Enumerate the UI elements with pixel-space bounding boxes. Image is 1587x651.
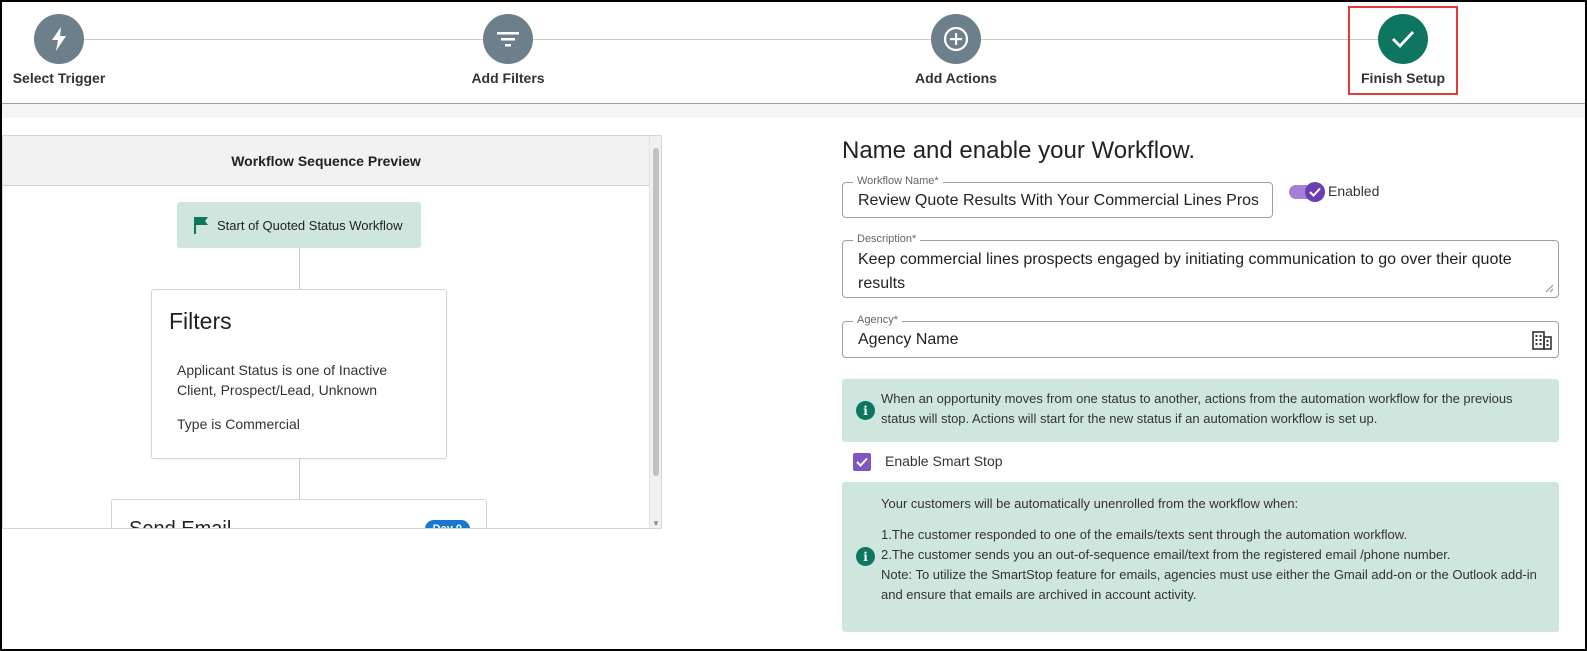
form-title: Name and enable your Workflow. xyxy=(842,137,1196,164)
building-icon[interactable] xyxy=(1532,330,1552,350)
step-add-actions[interactable]: Add Actions xyxy=(906,14,1006,86)
step-label: Select Trigger xyxy=(12,70,106,86)
filters-title: Filters xyxy=(169,308,232,334)
enabled-toggle[interactable] xyxy=(1289,182,1325,202)
workflow-stepper: Select Trigger Add Filters Add Actions F… xyxy=(0,0,1587,104)
check-icon xyxy=(856,457,868,467)
agency-field[interactable]: Agency* Agency Name xyxy=(842,314,1559,358)
preview-scrollbar[interactable]: ▼ xyxy=(649,136,661,528)
filter-condition: Applicant Status is one of Inactive Clie… xyxy=(177,362,388,398)
step-label: Add Actions xyxy=(915,70,997,86)
smart-stop-note: Note: To utilize the SmartStop feature f… xyxy=(881,567,1537,602)
status-info-text: When an opportunity moves from one statu… xyxy=(881,391,1513,426)
send-email-title: Send Email xyxy=(129,518,232,529)
filters-card[interactable]: Filters Applicant Status is one of Inact… xyxy=(151,289,447,459)
enabled-label: Enabled xyxy=(1328,183,1380,199)
step-select-trigger[interactable]: Select Trigger xyxy=(9,14,109,86)
step-label: Finish Setup xyxy=(1361,70,1445,86)
check-icon xyxy=(1378,14,1428,64)
stepper-line xyxy=(50,39,1405,40)
workflow-name-input[interactable]: Review Quote Results With Your Commercia… xyxy=(858,192,1258,210)
lightning-icon xyxy=(34,14,84,64)
agency-label: Agency* xyxy=(853,314,902,326)
smart-stop-intro: Your customers will be automatically une… xyxy=(881,496,1299,511)
filter-icon xyxy=(483,14,533,64)
workflow-name-field[interactable]: Workflow Name* Review Quote Results With… xyxy=(842,175,1273,218)
smart-stop-rule: 1.The customer responded to one of the e… xyxy=(881,527,1408,542)
start-node[interactable]: Start of Quoted Status Workflow xyxy=(177,202,421,248)
connector-line xyxy=(299,459,300,499)
smart-stop-checkbox[interactable] xyxy=(853,453,871,471)
scrollbar-thumb[interactable] xyxy=(653,148,659,476)
scroll-down-icon[interactable]: ▼ xyxy=(652,519,660,528)
workflow-sequence-preview[interactable]: Workflow Sequence Preview Start of Quote… xyxy=(2,135,662,529)
agency-input[interactable]: Agency Name xyxy=(858,331,959,349)
workflow-name-label: Workflow Name* xyxy=(853,175,943,187)
preview-header: Workflow Sequence Preview xyxy=(3,136,661,186)
flag-icon xyxy=(194,217,208,234)
plus-circle-icon xyxy=(931,14,981,64)
smart-stop-rule: 2.The customer sends you an out-of-seque… xyxy=(881,547,1451,562)
send-email-card[interactable]: Send Email Day 0 xyxy=(111,499,487,529)
step-label: Add Filters xyxy=(471,70,545,86)
description-label: Description* xyxy=(853,233,921,245)
status-info-box: i When an opportunity moves from one sta… xyxy=(842,379,1559,442)
check-icon xyxy=(1305,182,1325,202)
resize-handle-icon[interactable] xyxy=(1545,284,1554,293)
description-field[interactable]: Description* Keep commercial lines prosp… xyxy=(842,233,1559,298)
connector-line xyxy=(299,248,300,289)
start-node-label: Start of Quoted Status Workflow xyxy=(217,217,403,233)
day-badge: Day 0 xyxy=(424,520,470,528)
info-icon: i xyxy=(856,401,875,420)
content-top-strip xyxy=(2,104,1585,118)
filter-condition: Type is Commercial xyxy=(177,416,300,432)
step-finish-setup[interactable]: Finish Setup xyxy=(1348,6,1458,95)
description-input[interactable]: Keep commercial lines prospects engaged … xyxy=(858,248,1548,296)
smart-stop-label: Enable Smart Stop xyxy=(885,453,1003,469)
smart-stop-info-box: i Your customers will be automatically u… xyxy=(842,482,1559,632)
info-icon: i xyxy=(856,547,875,566)
step-add-filters[interactable]: Add Filters xyxy=(458,14,558,86)
